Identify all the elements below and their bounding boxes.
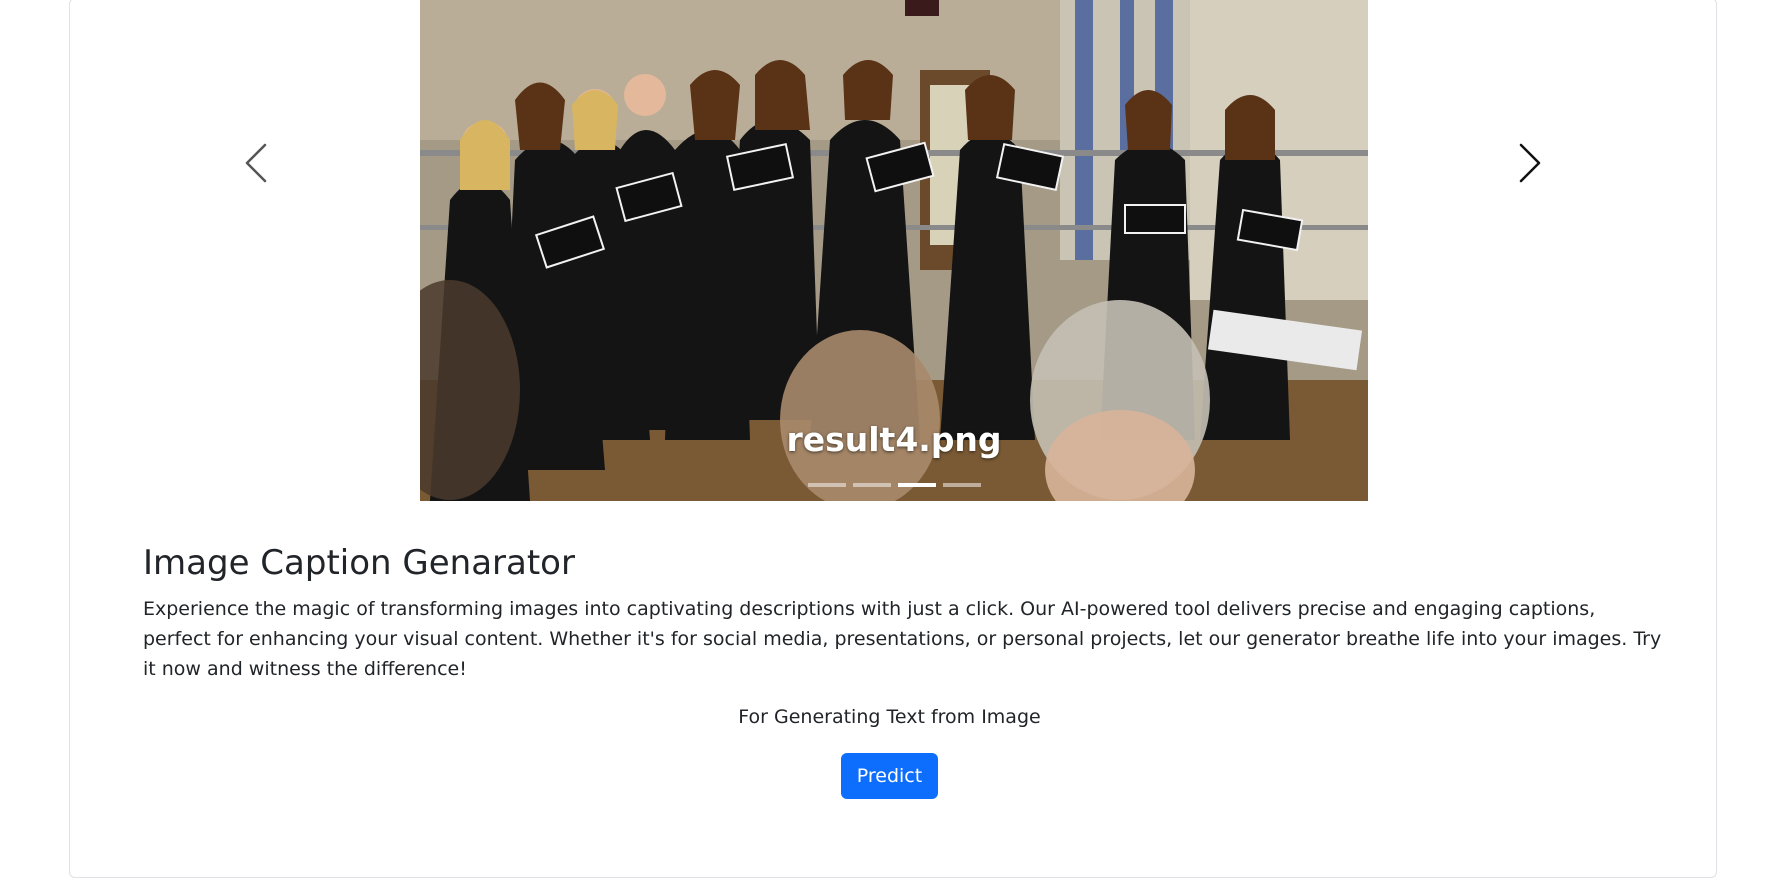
carousel-indicator-1[interactable] — [807, 483, 846, 487]
page-title: Image Caption Genarator — [143, 543, 575, 583]
main-content: Image Caption Genarator Experience the m… — [143, 540, 1663, 684]
predict-button-wrapper: Predict — [0, 753, 1779, 799]
chevron-left-icon — [245, 143, 267, 183]
image-carousel: result4.png — [0, 0, 1779, 501]
carousel-indicators — [420, 483, 1368, 487]
carousel-indicator-2[interactable] — [852, 483, 891, 487]
chevron-right-icon — [1519, 143, 1541, 183]
carousel-slide: result4.png — [420, 0, 1368, 501]
predict-subtitle: For Generating Text from Image — [738, 706, 1041, 728]
carousel-next-button[interactable] — [1500, 130, 1560, 196]
page-description: Experience the magic of transforming ima… — [143, 598, 1662, 680]
carousel-indicator-3[interactable] — [897, 483, 936, 487]
predict-button[interactable]: Predict — [840, 753, 939, 799]
carousel-prev-button[interactable] — [226, 130, 286, 196]
carousel-indicator-4[interactable] — [942, 483, 981, 487]
carousel-caption: result4.png — [786, 420, 1002, 459]
